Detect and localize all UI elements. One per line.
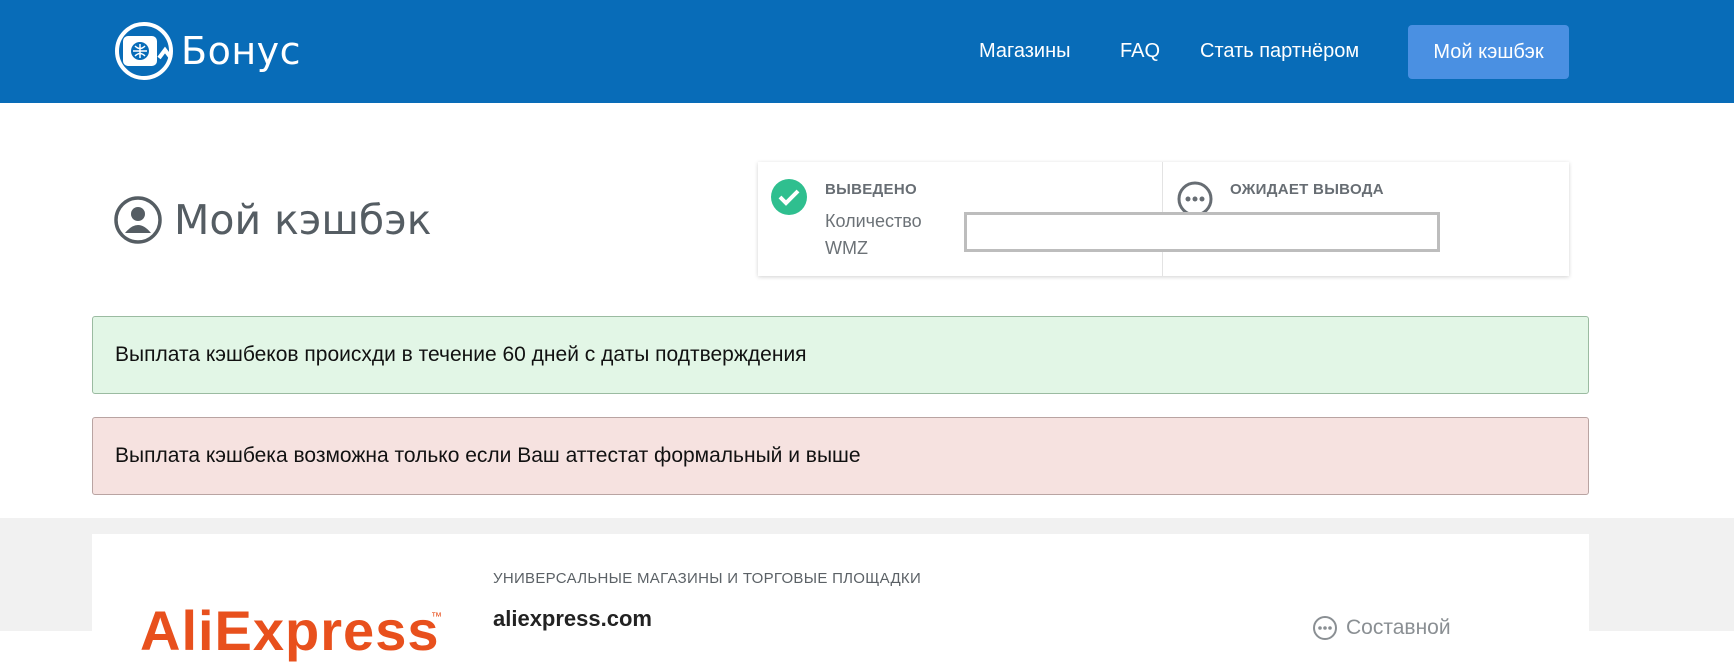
payout-period-alert: Выплата кэшбеков происхди в течение 60 д… [92,316,1589,394]
brand-name: Бонус [181,29,302,73]
withdrawn-currency-label: WMZ [825,238,868,258]
cashback-type: Составной [1312,615,1451,641]
page-title-block: Мой кэшбэк [113,195,431,245]
attestat-warning-alert: Выплата кэшбека возможна только если Ваш… [92,417,1589,495]
ellipsis-circle-icon [1313,616,1337,640]
store-name[interactable]: aliexpress.com [493,606,652,632]
withdrawn-heading: ВЫВЕДЕНО [825,181,917,198]
withdrawn-quantity-label: Количество [825,211,922,231]
check-circle-icon [771,179,807,215]
my-cashback-button[interactable]: Мой кэшбэк [1408,25,1569,79]
trademark-icon: ™ [431,611,442,623]
cashback-type-label: Составной [1346,616,1451,639]
brand-logo[interactable]: Бонус [111,18,301,84]
nav-link-faq[interactable]: FAQ [1120,40,1160,63]
cashback-stats-card: ВЫВЕДЕНО Количество WMZ ОЖИДАЕТ ВЫВОДА [758,162,1569,276]
page-title: Мой кэшбэк [174,196,432,244]
top-navbar: Бонус Магазины FAQ Стать партнёром Мой к… [0,0,1734,103]
nav-link-shops[interactable]: Магазины [979,40,1071,63]
pending-heading: ОЖИДАЕТ ВЫВОДА [1230,181,1384,198]
store-category: УНИВЕРСАЛЬНЫЕ МАГАЗИНЫ И ТОРГОВЫЕ ПЛОЩАД… [493,570,922,587]
user-circle-icon [114,196,162,244]
nav-link-become-partner[interactable]: Стать партнёром [1200,40,1359,63]
redacted-amount-box [964,212,1440,252]
wallet-logo-icon [115,22,173,80]
